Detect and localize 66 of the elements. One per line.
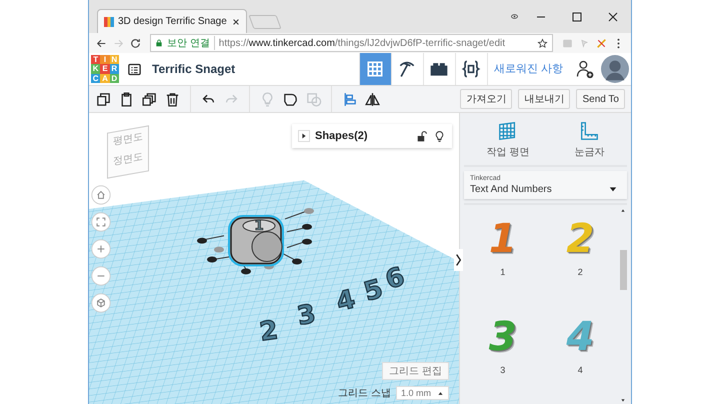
sidebar-tool[interactable]: 작업 평면 [480, 119, 536, 160]
stacked-squares-icon[interactable] [141, 90, 158, 108]
grid-snap-label: 그리드 스냅 [338, 387, 391, 400]
close-icon[interactable] [607, 10, 619, 22]
shape-label: 4 [578, 364, 583, 374]
lightbulb-icon[interactable] [433, 130, 446, 142]
caret-icon [437, 390, 444, 396]
grid-icon [365, 59, 386, 79]
dice-number: 1 [254, 218, 264, 234]
close-tab-icon[interactable] [232, 18, 240, 26]
whats-new-link[interactable]: 새로워진 사항 [486, 53, 569, 85]
number-text: 4 [566, 314, 594, 358]
shape-item[interactable]: 2 2 [542, 217, 619, 306]
view-cube-label: 평면도 [113, 130, 143, 149]
shape-item[interactable]: 4 4 [542, 314, 619, 404]
maximize-icon[interactable] [571, 10, 583, 22]
toolbar-button[interactable]: 가져오기 [460, 89, 512, 109]
reload-icon[interactable] [129, 36, 142, 50]
home-icon[interactable] [91, 185, 111, 205]
scroll-thumb[interactable] [620, 250, 626, 290]
list-icon[interactable] [127, 62, 142, 76]
copy-icon[interactable] [95, 90, 112, 108]
fit-view-icon[interactable] [91, 212, 111, 232]
secure-label: 보안 연결 [167, 36, 215, 50]
number-text: 2 [566, 217, 594, 261]
avatar[interactable] [601, 55, 629, 83]
zoom-in-icon[interactable] [91, 239, 111, 259]
cube-icon[interactable] [91, 293, 111, 313]
number-text: 3 [488, 314, 517, 358]
grid-snap-select[interactable]: 1.0 mm [396, 386, 449, 400]
expand-caret-icon[interactable] [298, 130, 310, 142]
edit-grid-button[interactable]: 그리드 편집 [382, 362, 449, 380]
sidebar-tool[interactable]: 눈금자 [568, 119, 610, 160]
dice-drawing [228, 214, 284, 266]
number-text: 1 [488, 217, 517, 261]
add-user-icon[interactable] [575, 59, 595, 79]
address-field[interactable]: 보안 연결 https://www.tinkercad.com/things/lJ2dvjwD6fP-terrific-snaget/edit [150, 34, 553, 52]
scroll-down-icon[interactable] [619, 396, 627, 404]
shape-label: 3 [500, 364, 506, 374]
unlocked-icon[interactable] [415, 130, 428, 142]
shape-item[interactable]: 1 1 [464, 217, 542, 306]
scroll-up-icon[interactable] [619, 207, 627, 215]
toolbar-button[interactable]: Send To [576, 89, 625, 109]
chevron-right-icon [454, 251, 463, 269]
shape-item[interactable]: 3 3 [464, 314, 542, 404]
extension-icon[interactable] [595, 36, 608, 50]
star-icon[interactable] [537, 38, 548, 48]
ruler-icon [578, 120, 600, 142]
shape-label: 2 [578, 267, 583, 277]
collapse-handle[interactable] [454, 249, 463, 271]
browser-tab[interactable]: 3D design Terrific Snage [97, 9, 247, 33]
scrollbar[interactable] [619, 207, 627, 404]
toolbar-button[interactable]: 내보내기 [518, 89, 570, 109]
trash-icon[interactable] [164, 90, 181, 108]
shapes-panel-title: Shapes(2) [315, 130, 368, 142]
favicon-icon [104, 16, 114, 26]
view-cube-label: 정면도 [113, 150, 143, 169]
dropdown-caret-icon [609, 185, 617, 193]
braces-icon [461, 59, 482, 79]
lock-icon [155, 39, 163, 47]
tab-title: 3D design Terrific Snage [118, 16, 228, 27]
eye-icon [510, 12, 519, 21]
url-text: https://www.tinkercad.com/things/lJ2dvjwD6fP-terrific-snaget/edit [218, 38, 506, 48]
shape-label: 1 [500, 267, 506, 277]
mirror-icon[interactable] [364, 90, 381, 108]
design-title[interactable]: Terrific Snaget [152, 62, 236, 76]
